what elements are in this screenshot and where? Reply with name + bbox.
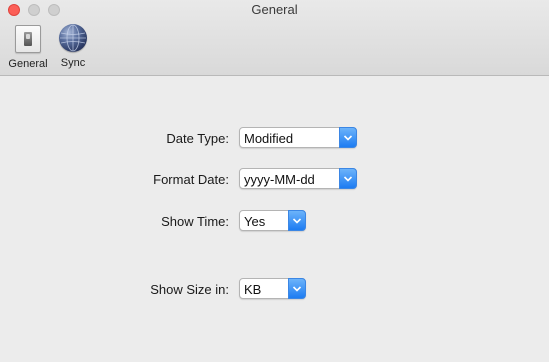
date-type-popup[interactable]: Modified: [239, 127, 357, 148]
show-time-popup[interactable]: Yes: [239, 210, 306, 231]
date-type-row: Date Type: Modified: [0, 127, 549, 151]
title-bar: General General Sync: [0, 0, 549, 76]
date-type-value: Modified: [244, 131, 294, 146]
chevron-updown-icon: [288, 278, 306, 299]
show-time-label: Show Time:: [161, 214, 229, 229]
show-size-row: Show Size in: KB: [0, 278, 549, 302]
show-time-value: Yes: [244, 214, 266, 229]
format-date-popup[interactable]: yyyy-MM-dd: [239, 168, 357, 189]
format-date-row: Format Date: yyyy-MM-dd: [0, 168, 549, 192]
toolbar-item-sync[interactable]: Sync: [48, 24, 98, 72]
toolbar-item-sync-label: Sync: [60, 57, 86, 69]
preferences-window: General General Sync Date Type: Modified…: [0, 0, 549, 362]
date-type-label: Date Type:: [166, 131, 229, 146]
toolbar-item-general-label: General: [8, 58, 48, 70]
show-size-value: KB: [244, 282, 262, 297]
format-date-label: Format Date:: [153, 172, 229, 187]
switch-icon: [13, 25, 43, 55]
chevron-updown-icon: [339, 127, 357, 148]
format-date-value: yyyy-MM-dd: [244, 172, 315, 187]
window-title: General: [251, 2, 298, 17]
show-size-popup[interactable]: KB: [239, 278, 306, 299]
chevron-updown-icon: [288, 210, 306, 231]
toolbar-item-general[interactable]: General: [4, 24, 52, 72]
globe-icon: [58, 24, 88, 54]
show-time-row: Show Time: Yes: [0, 210, 549, 234]
show-size-label: Show Size in:: [150, 282, 229, 297]
chevron-updown-icon: [339, 168, 357, 189]
